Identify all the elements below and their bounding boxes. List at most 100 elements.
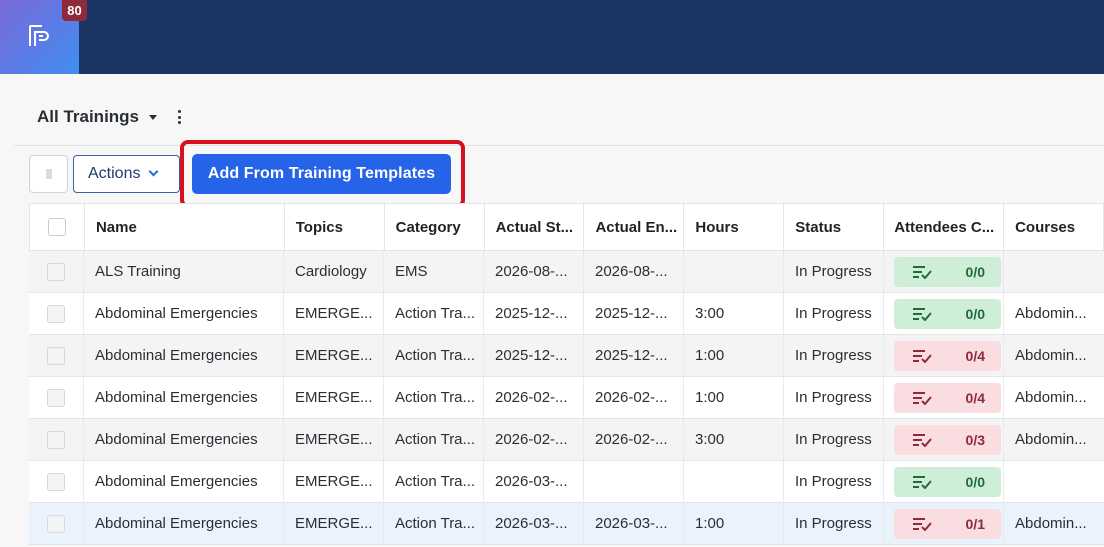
view-selector[interactable]: All Trainings (37, 106, 158, 128)
cell-actual-end: 2025-12-... (584, 293, 684, 334)
row-select-cell (29, 503, 84, 544)
cell-attendees: 0/0 (884, 461, 1004, 502)
row-checkbox[interactable] (47, 262, 65, 281)
cell-status: In Progress (784, 293, 884, 334)
cell-actual-end (584, 461, 684, 502)
checklist-icon (913, 475, 932, 489)
row-checkbox[interactable] (47, 346, 65, 365)
more-options-icon[interactable] (176, 110, 182, 124)
cell-hours: 1:00 (684, 377, 784, 418)
cell-courses (1004, 461, 1104, 502)
cell-actual-end: 2025-12-... (584, 335, 684, 376)
row-select-cell (29, 251, 84, 292)
table-row[interactable]: ALS Training Cardiology EMS 2026-08-... 2026… (29, 251, 1104, 293)
view-title: All Trainings (37, 107, 140, 126)
cell-courses (1004, 251, 1104, 292)
cell-actual-start: 2025-12-... (484, 293, 584, 334)
cell-status: In Progress (784, 461, 884, 502)
cell-category: Action Tra... (384, 419, 484, 460)
cell-name: ALS Training (84, 251, 284, 292)
attendees-count-badge[interactable]: 0/3 (894, 424, 1001, 455)
attendees-count: 0/4 (965, 347, 985, 364)
row-select-cell (29, 419, 84, 460)
row-checkbox[interactable] (47, 472, 65, 491)
attendees-count-badge[interactable]: 0/0 (894, 466, 1001, 497)
row-select-cell (29, 377, 84, 418)
cell-status: In Progress (784, 419, 884, 460)
actions-label: Actions (88, 165, 141, 182)
row-checkbox[interactable] (47, 388, 65, 407)
cell-category: Action Tra... (384, 293, 484, 334)
cell-attendees: 0/1 (884, 503, 1004, 544)
column-header-hours[interactable]: Hours (684, 204, 785, 250)
table-row[interactable]: Abdominal Emergencies EMERGE... Action Tra… (29, 335, 1104, 377)
column-header-topics[interactable]: Topics (285, 204, 385, 250)
table-row[interactable]: Abdominal Emergencies EMERGE... Action Tra… (29, 461, 1104, 503)
cell-actual-end: 2026-03-... (584, 503, 684, 544)
column-header-name[interactable]: Name (85, 204, 285, 250)
cell-name: Abdominal Emergencies (84, 293, 284, 334)
cell-topics: EMERGE... (284, 419, 384, 460)
column-header-actual-start[interactable]: Actual St... (485, 204, 585, 250)
cell-status: In Progress (784, 251, 884, 292)
attendees-count: 0/0 (965, 263, 985, 280)
caret-down-icon (149, 114, 158, 120)
cell-actual-end: 2026-08-... (584, 251, 684, 292)
cell-category: Action Tra... (384, 461, 484, 502)
checklist-icon (913, 265, 932, 279)
cell-attendees: 0/4 (884, 377, 1004, 418)
column-header-courses[interactable]: Courses (1004, 204, 1104, 250)
table-header-row: Name Topics Category Actual St... Actual… (29, 203, 1104, 251)
cell-topics: EMERGE... (284, 461, 384, 502)
add-from-training-templates-button[interactable]: Add From Training Templates (192, 154, 451, 194)
cell-topics: EMERGE... (284, 335, 384, 376)
column-header-category[interactable]: Category (385, 204, 485, 250)
cell-courses: Abdomin... (1015, 305, 1087, 322)
bulk-select-button[interactable] (29, 155, 68, 193)
divider (14, 145, 1104, 146)
table-row[interactable]: Abdominal Emergencies EMERGE... Action Tra… (29, 419, 1104, 461)
column-header-status[interactable]: Status (784, 204, 885, 250)
cell-actual-start: 2025-12-... (484, 335, 584, 376)
app-logo-icon (29, 25, 49, 46)
actions-dropdown[interactable]: Actions (73, 155, 180, 193)
cell-name: Abdominal Emergencies (84, 461, 284, 502)
column-header-actual-end[interactable]: Actual En... (584, 204, 685, 250)
cell-actual-start: 2026-02-... (484, 377, 584, 418)
cell-topics: EMERGE... (284, 503, 384, 544)
row-checkbox[interactable] (47, 514, 65, 533)
attendees-count: 0/0 (965, 473, 985, 490)
cell-actual-start: 2026-08-... (484, 251, 584, 292)
notification-badge[interactable]: 80 (62, 0, 87, 21)
cell-name: Abdominal Emergencies (84, 503, 284, 544)
header-select-cell (30, 204, 85, 250)
table-row[interactable]: Abdominal Emergencies EMERGE... Action Tra… (29, 503, 1104, 545)
attendees-count-badge[interactable]: 0/0 (894, 298, 1001, 329)
attendees-count-badge[interactable]: 0/1 (894, 508, 1001, 539)
row-select-cell (29, 335, 84, 376)
cell-status: In Progress (784, 503, 884, 544)
select-all-checkbox[interactable] (47, 218, 66, 236)
table-row[interactable]: Abdominal Emergencies EMERGE... Action Tra… (29, 293, 1104, 335)
top-bar: 80 (0, 0, 1104, 74)
checklist-icon (913, 307, 932, 321)
cell-courses: Abdomin... (1015, 515, 1087, 532)
attendees-count: 0/4 (965, 389, 985, 406)
checklist-icon (913, 391, 932, 405)
row-select-cell (29, 293, 84, 334)
cell-hours (684, 461, 784, 502)
attendees-count-badge[interactable]: 0/0 (894, 256, 1001, 287)
attendees-count-badge[interactable]: 0/4 (894, 340, 1001, 371)
row-checkbox[interactable] (47, 304, 65, 323)
cell-hours: 3:00 (684, 419, 784, 460)
column-header-attendees[interactable]: Attendees C... (884, 204, 1005, 250)
cell-name: Abdominal Emergencies (84, 335, 284, 376)
table-row[interactable]: Abdominal Emergencies EMERGE... Action Tra… (29, 377, 1104, 419)
cell-attendees: 0/4 (884, 335, 1004, 376)
cell-category: Action Tra... (384, 377, 484, 418)
attendees-count: 0/3 (965, 431, 985, 448)
cell-attendees: 0/3 (884, 419, 1004, 460)
attendees-count-badge[interactable]: 0/4 (894, 382, 1001, 413)
row-checkbox[interactable] (47, 430, 65, 449)
cell-actual-end: 2026-02-... (584, 377, 684, 418)
